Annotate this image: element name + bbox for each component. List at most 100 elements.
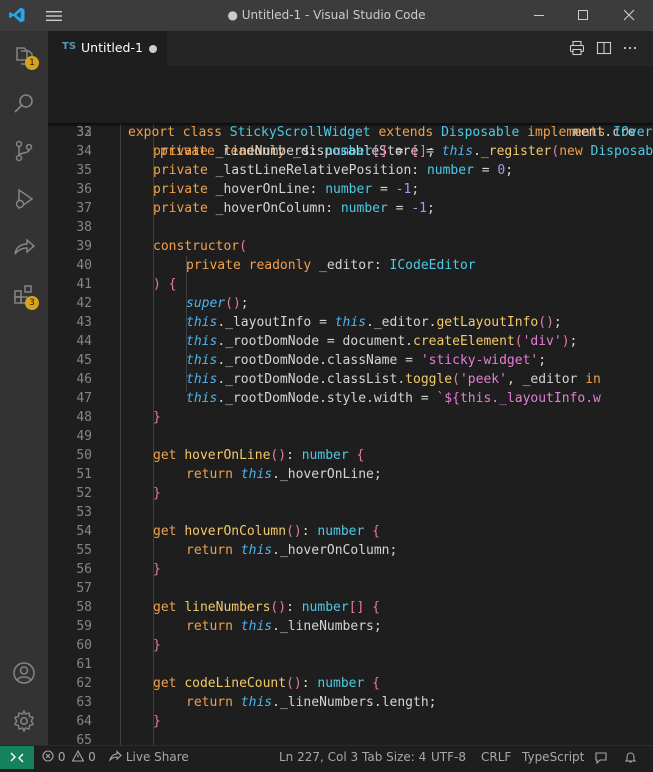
code-line[interactable]: 37 private _hoverOnColumn: number = -1; xyxy=(48,199,653,218)
code-line[interactable]: 65 xyxy=(48,731,653,745)
run-debug-icon[interactable] xyxy=(0,175,48,223)
window-title: ● Untitled-1 - Visual Studio Code xyxy=(227,8,426,22)
line-number: 38 xyxy=(76,220,92,235)
code-line[interactable]: 40 private readonly _editor: ICodeEditor xyxy=(48,256,653,275)
line-number: 41 xyxy=(76,277,92,292)
notifications-bell-icon[interactable] xyxy=(624,751,637,764)
explorer-icon[interactable]: 1 xyxy=(0,31,48,79)
tab-untitled-1[interactable]: TS Untitled-1 xyxy=(48,31,167,66)
code-line[interactable]: 60} xyxy=(48,636,653,655)
live-share-status[interactable]: Live Share xyxy=(108,750,189,764)
code-line[interactable]: 34 private _lineNumbers: number[] = []; xyxy=(48,142,653,161)
code-line[interactable]: 51 return this._hoverOnLine; xyxy=(48,465,653,484)
tab-size[interactable]: Tab Size: 4 xyxy=(362,750,426,764)
warning-icon xyxy=(71,749,85,762)
line-number: 63 xyxy=(76,695,92,710)
settings-gear-icon[interactable] xyxy=(0,697,48,745)
line-number: 44 xyxy=(76,334,92,349)
code-line[interactable]: 44 this._rootDomNode = document.createEle… xyxy=(48,332,653,351)
typescript-file-icon: TS xyxy=(62,41,77,52)
more-actions-icon[interactable] xyxy=(622,40,638,56)
line-number: 57 xyxy=(76,581,92,596)
line-number: 64 xyxy=(76,714,92,729)
remote-indicator[interactable] xyxy=(0,746,34,769)
code-line[interactable]: 48} xyxy=(48,408,653,427)
code-line[interactable]: 64} xyxy=(48,712,653,731)
line-number: 54 xyxy=(76,524,92,539)
code-line[interactable]: 55 return this._hoverOnColumn; xyxy=(48,541,653,560)
code-text: constructor( xyxy=(153,239,247,254)
minimize-icon[interactable] xyxy=(524,5,554,25)
line-number: 65 xyxy=(76,733,92,745)
code-line[interactable]: 62 get codeLineCount(): number { xyxy=(48,674,653,693)
code-line[interactable]: 50 get hoverOnLine(): number { xyxy=(48,446,653,465)
problems-indicator[interactable]: 0 0 xyxy=(42,749,96,764)
extensions-icon[interactable]: 3 xyxy=(0,271,48,319)
editor-tab-bar: TS Untitled-1 xyxy=(48,31,653,66)
code-line[interactable]: 41) { xyxy=(48,275,653,294)
code-line[interactable]: 36 private _hoverOnLine: number = -1; xyxy=(48,180,653,199)
code-line[interactable]: 52} xyxy=(48,484,653,503)
line-number: 36 xyxy=(76,182,92,197)
encoding[interactable]: UTF-8 xyxy=(431,750,466,764)
code-line[interactable]: 39 constructor( xyxy=(48,237,653,256)
live-share-icon[interactable] xyxy=(0,223,48,271)
unsaved-dot-icon[interactable] xyxy=(149,45,157,53)
remote-icon xyxy=(10,752,24,763)
code-line[interactable]: 54 get hoverOnColumn(): number { xyxy=(48,522,653,541)
code-text: get hoverOnLine(): number { xyxy=(153,448,365,463)
print-icon[interactable] xyxy=(569,40,585,56)
sticky-line[interactable]: 1 /*------------------------------------… xyxy=(48,66,653,142)
code-text: get codeLineCount(): number { xyxy=(153,676,380,691)
line-number: 61 xyxy=(76,657,92,672)
code-text: this._layoutInfo = this._editor.getLayou… xyxy=(186,315,562,330)
language-mode[interactable]: TypeScript xyxy=(522,750,584,764)
error-icon xyxy=(42,750,54,762)
code-line[interactable]: 53 xyxy=(48,503,653,522)
sticky-line[interactable]: 28 export class StickyScrollWidget exten… xyxy=(48,85,653,140)
code-text: this._rootDomNode.style.width = `${this.… xyxy=(186,391,601,406)
code-line[interactable]: 42 super(); xyxy=(48,294,653,313)
line-number: 37 xyxy=(76,201,92,216)
account-icon[interactable] xyxy=(0,649,48,697)
line-number: 46 xyxy=(76,372,92,387)
source-control-icon[interactable] xyxy=(0,127,48,175)
code-line[interactable]: 43 this._layoutInfo = this._editor.getLay… xyxy=(48,313,653,332)
code-text: private readonly _editor: ICodeEditor xyxy=(186,258,476,273)
line-number: 59 xyxy=(76,619,92,634)
line-number: 51 xyxy=(76,467,92,482)
code-line[interactable]: 61 xyxy=(48,655,653,674)
code-text: return this._lineNumbers; xyxy=(186,619,382,634)
feedback-icon[interactable] xyxy=(594,751,608,764)
code-text: return this._hoverOnColumn; xyxy=(186,543,398,558)
code-line[interactable]: 45 this._rootDomNode.className = 'sticky-… xyxy=(48,351,653,370)
code-editor[interactable]: 1 /*------------------------------------… xyxy=(48,66,653,745)
code-line[interactable]: 63 return this._lineNumbers.length; xyxy=(48,693,653,712)
maximize-icon[interactable] xyxy=(568,5,598,25)
code-line[interactable]: 56} xyxy=(48,560,653,579)
line-number: 55 xyxy=(76,543,92,558)
code-line[interactable]: 33 xyxy=(48,123,653,142)
code-line[interactable]: 46 this._rootDomNode.classList.toggle('pe… xyxy=(48,370,653,389)
code-text: get lineNumbers(): number[] { xyxy=(153,600,380,615)
code-line[interactable]: 47 this._rootDomNode.style.width = `${thi… xyxy=(48,389,653,408)
split-editor-icon[interactable] xyxy=(596,40,612,56)
line-number: 49 xyxy=(76,429,92,444)
line-number: 42 xyxy=(76,296,92,311)
code-line[interactable]: 57 xyxy=(48,579,653,598)
sticky-line[interactable]: 32 private readonly _disposableStore = t… xyxy=(48,104,653,159)
close-icon[interactable] xyxy=(614,5,644,25)
code-line[interactable]: 49 xyxy=(48,427,653,446)
code-line[interactable]: 35 private _lastLineRelativePosition: num… xyxy=(48,161,653,180)
live-share-label: Live Share xyxy=(125,750,189,764)
title-bar: ● Untitled-1 - Visual Studio Code xyxy=(0,0,653,31)
code-line[interactable]: 59 return this._lineNumbers; xyxy=(48,617,653,636)
code-text: super(); xyxy=(186,296,249,311)
search-icon[interactable] xyxy=(0,79,48,127)
extensions-badge: 3 xyxy=(25,296,39,310)
cursor-position[interactable]: Ln 227, Col 3 xyxy=(279,750,358,764)
code-line[interactable]: 38 xyxy=(48,218,653,237)
code-text: private _lineNumbers: number[] = []; xyxy=(153,144,435,159)
code-line[interactable]: 58 get lineNumbers(): number[] { xyxy=(48,598,653,617)
end-of-line[interactable]: CRLF xyxy=(481,750,511,764)
